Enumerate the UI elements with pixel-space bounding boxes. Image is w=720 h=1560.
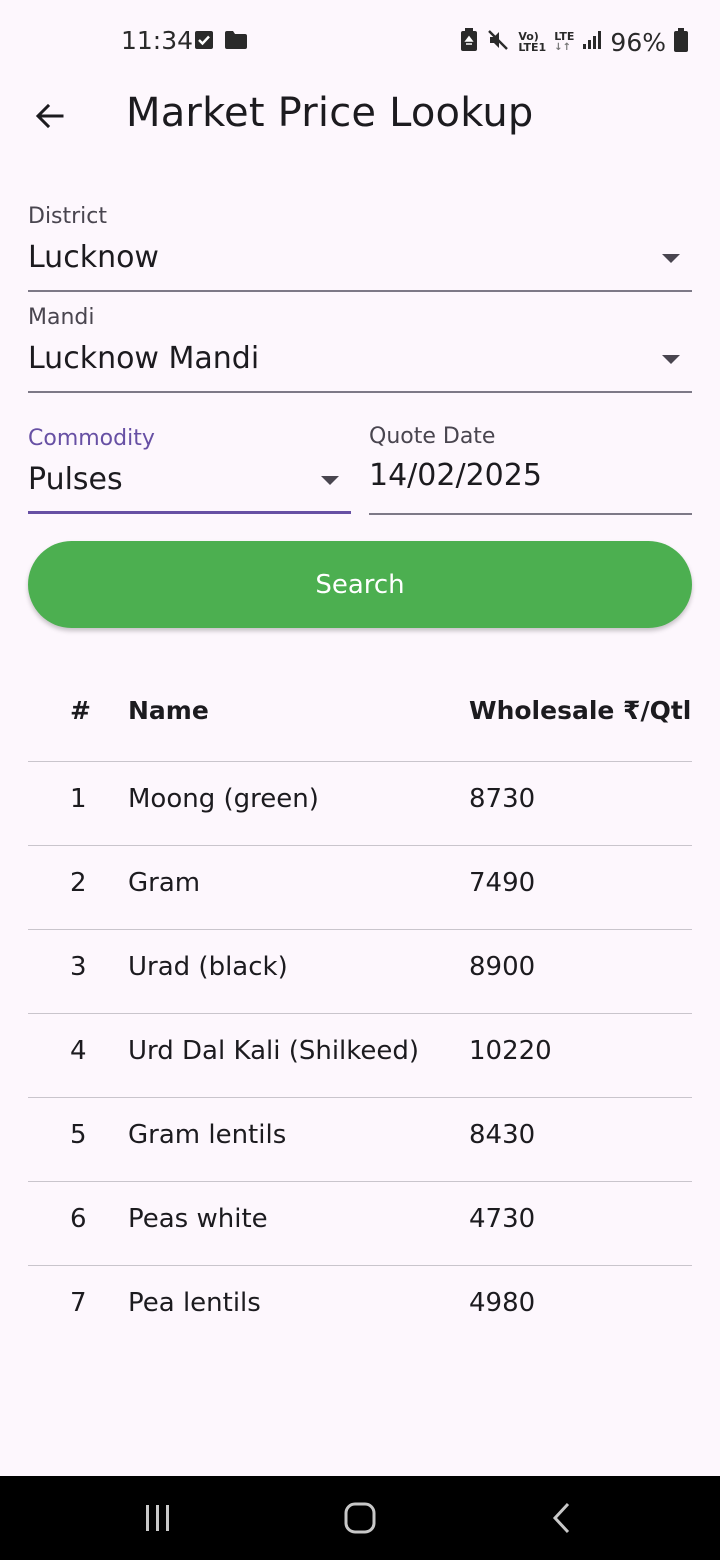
row-index: 1 <box>70 784 87 814</box>
row-index: 7 <box>70 1288 87 1318</box>
checkbox-notification-icon <box>194 30 214 54</box>
status-bar: 11:34 Vo) LTE1 LTE ↓↑ 96% <box>0 0 720 84</box>
data-arrows-icon: ↓↑ <box>554 42 571 53</box>
row-wholesale-price: 4730 <box>469 1204 536 1234</box>
row-name: Pea lentils <box>128 1288 261 1318</box>
district-dropdown[interactable]: District Lucknow <box>28 196 692 294</box>
signal-icon <box>582 30 602 54</box>
row-index: 3 <box>70 952 87 982</box>
mandi-label: Mandi <box>28 305 95 330</box>
volte-bottom-text: LTE1 <box>518 41 547 54</box>
mandi-underline <box>28 391 692 393</box>
table-row: 4 Urd Dal Kali (Shilkeed) 10220 <box>28 1013 692 1097</box>
lte-text: LTE <box>554 30 575 43</box>
row-name: Peas white <box>128 1204 268 1234</box>
battery-percent: 96% <box>610 27 666 57</box>
chevron-down-icon <box>321 476 339 485</box>
row-index: 5 <box>70 1120 87 1150</box>
row-name: Moong (green) <box>128 784 319 814</box>
arrow-back-icon <box>35 103 64 129</box>
search-button-label: Search <box>315 569 405 600</box>
row-wholesale-price: 4980 <box>469 1288 536 1318</box>
row-index: 2 <box>70 868 87 898</box>
table-row: 1 Moong (green) 8730 <box>28 761 692 845</box>
folder-notification-icon <box>224 30 248 54</box>
mute-icon <box>486 28 510 56</box>
row-wholesale-price: 8900 <box>469 952 536 982</box>
commodity-label: Commodity <box>28 426 155 451</box>
quote-date-label: Quote Date <box>369 424 496 449</box>
back-button[interactable] <box>28 94 72 138</box>
recents-icon <box>146 1505 169 1531</box>
status-time: 11:34 <box>121 26 194 55</box>
row-index: 4 <box>70 1036 87 1066</box>
commodity-underline <box>28 511 351 514</box>
volte-indicator: Vo) LTE1 <box>518 31 546 53</box>
row-name: Urd Dal Kali (Shilkeed) <box>128 1036 420 1066</box>
commodity-dropdown[interactable]: Commodity Pulses <box>28 418 351 516</box>
header-wholesale: Wholesale ₹/Qtl <box>469 696 692 725</box>
mandi-dropdown[interactable]: Mandi Lucknow Mandi <box>28 297 692 395</box>
row-name: Gram <box>128 868 201 898</box>
chevron-down-icon <box>662 355 680 364</box>
header-index: # <box>70 696 91 725</box>
table-row: 7 Pea lentils 4980 <box>28 1265 692 1349</box>
quote-date-value: 14/02/2025 <box>369 458 542 493</box>
row-name: Gram lentils <box>128 1120 287 1150</box>
row-name: Urad (black) <box>128 952 288 982</box>
app-bar: Market Price Lookup <box>0 84 720 148</box>
home-button[interactable] <box>338 1494 382 1542</box>
commodity-value: Pulses <box>28 462 123 497</box>
header-name: Name <box>128 696 209 725</box>
battery-saver-icon <box>460 28 478 56</box>
table-row: 6 Peas white 4730 <box>28 1181 692 1265</box>
district-underline <box>28 290 692 292</box>
district-value: Lucknow <box>28 240 159 275</box>
chevron-down-icon <box>662 254 680 263</box>
row-wholesale-price: 8430 <box>469 1120 536 1150</box>
table-row: 5 Gram lentils 8430 <box>28 1097 692 1181</box>
row-wholesale-price: 7490 <box>469 868 536 898</box>
row-wholesale-price: 10220 <box>469 1036 552 1066</box>
search-button[interactable]: Search <box>28 541 692 628</box>
table-row: 3 Urad (black) 8900 <box>28 929 692 1013</box>
quote-date-field[interactable]: Quote Date 14/02/2025 <box>369 416 692 516</box>
home-icon <box>344 1502 376 1534</box>
chevron-left-icon <box>552 1502 570 1534</box>
battery-icon <box>674 28 688 56</box>
row-index: 6 <box>70 1204 87 1234</box>
table-row: 2 Gram 7490 <box>28 845 692 929</box>
district-label: District <box>28 204 108 229</box>
row-wholesale-price: 8730 <box>469 784 536 814</box>
system-nav-bar <box>0 1476 720 1560</box>
mandi-value: Lucknow Mandi <box>28 341 260 376</box>
table-header: # Name Wholesale ₹/Qtl <box>28 668 692 761</box>
lte-indicator: LTE ↓↑ <box>554 31 574 53</box>
recents-button[interactable] <box>136 1494 180 1542</box>
back-nav-button[interactable] <box>540 1494 584 1542</box>
quote-date-underline <box>369 513 692 515</box>
status-right: Vo) LTE1 LTE ↓↑ 96% <box>460 26 688 58</box>
page-title: Market Price Lookup <box>126 90 534 136</box>
